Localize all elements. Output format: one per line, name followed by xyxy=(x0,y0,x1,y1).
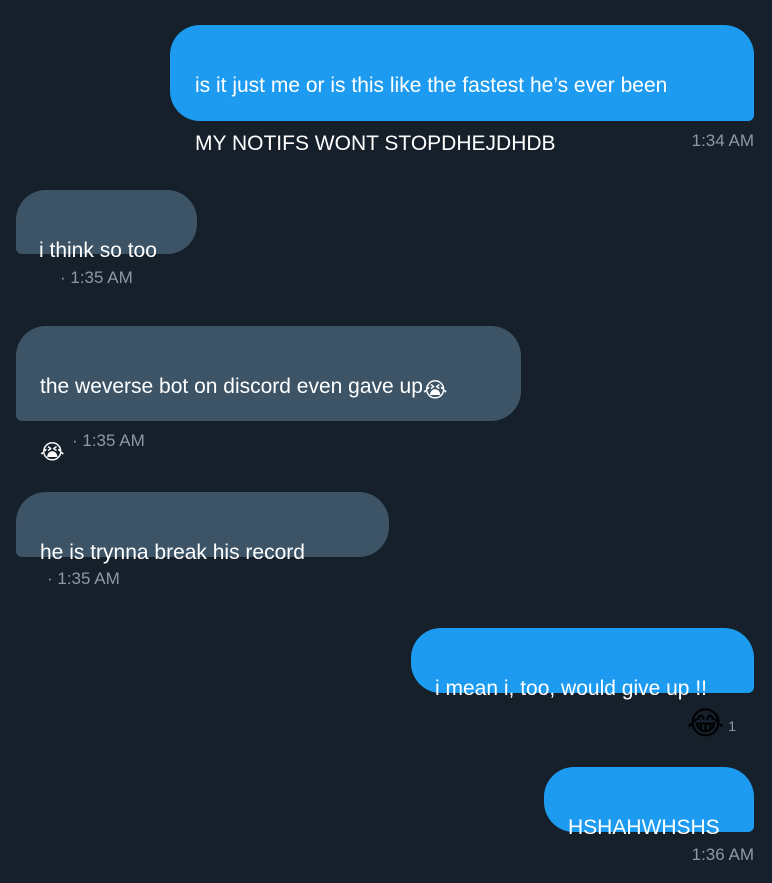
message-text: the weverse bot on discord even gave up xyxy=(40,375,423,398)
message-timestamp: · 1:35 AM xyxy=(72,431,145,450)
message-reaction[interactable]: 😂 1 xyxy=(687,704,736,742)
message-timestamp: 1:34 AM xyxy=(691,131,754,150)
message-bubble-received[interactable]: i think so too xyxy=(16,190,197,262)
message-text: is it just me or is this like the fastes… xyxy=(195,74,668,97)
message-text: he is trynna break his record xyxy=(40,541,305,564)
laughing-tears-emoji-icon: 😂 xyxy=(686,704,725,742)
message-timestamp: · 1:35 AM xyxy=(47,569,120,588)
message-text: MY NOTIFS WONT STOPDHEJDHDB xyxy=(195,132,556,155)
message-bubble-received[interactable]: the weverse bot on discord even gave up😭… xyxy=(16,326,521,464)
message-timestamp: · 1:35 AM xyxy=(60,268,133,287)
message-bubble-sent[interactable]: is it just me or is this like the fastes… xyxy=(170,25,754,155)
message-text: i think so too xyxy=(39,239,157,262)
message-timestamp: 1:36 AM xyxy=(691,845,754,864)
message-text: HSHAHWHSHS xyxy=(568,816,720,839)
message-text: i mean i, too, would give up !! xyxy=(435,677,707,700)
loudly-crying-emoji-icon: 😭 xyxy=(422,378,448,402)
message-bubble-sent[interactable]: HSHAHWHSHS xyxy=(544,767,754,839)
message-bubble-sent[interactable]: i mean i, too, would give up !! xyxy=(411,628,754,700)
reaction-count: 1 xyxy=(728,718,736,734)
message-bubble-received[interactable]: he is trynna break his record xyxy=(16,492,389,564)
loudly-crying-emoji-icon: 😭 xyxy=(40,440,65,464)
